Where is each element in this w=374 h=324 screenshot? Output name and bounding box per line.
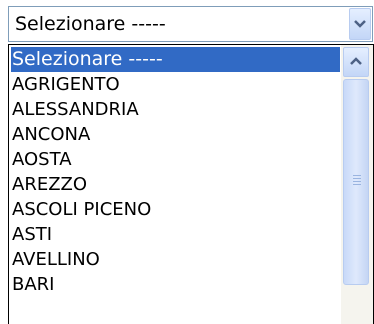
select-value: Selezionare ----- bbox=[15, 13, 166, 35]
option-asti[interactable]: ASTI bbox=[11, 222, 340, 247]
option-avellino[interactable]: AVELLINO bbox=[11, 247, 340, 272]
chevron-up-icon[interactable] bbox=[343, 47, 369, 77]
scrollbar-thumb[interactable] bbox=[343, 79, 369, 285]
option-selezionare[interactable]: Selezionare ----- bbox=[11, 47, 340, 72]
option-alessandria[interactable]: ALESSANDRIA bbox=[11, 97, 340, 122]
chevron-down-icon[interactable] bbox=[349, 8, 371, 40]
option-arezzo[interactable]: AREZZO bbox=[11, 172, 340, 197]
select-dropdown-list[interactable]: Selezionare ----- AGRIGENTO ALESSANDRIA … bbox=[8, 44, 374, 324]
vertical-scrollbar[interactable] bbox=[341, 45, 373, 324]
option-ascoli-piceno[interactable]: ASCOLI PICENO bbox=[11, 197, 340, 222]
option-agrigento[interactable]: AGRIGENTO bbox=[11, 72, 340, 97]
option-aosta[interactable]: AOSTA bbox=[11, 147, 340, 172]
options-list: Selezionare ----- AGRIGENTO ALESSANDRIA … bbox=[11, 47, 340, 297]
option-bari[interactable]: BARI bbox=[11, 272, 340, 297]
option-ancona[interactable]: ANCONA bbox=[11, 122, 340, 147]
province-select[interactable]: Selezionare ----- bbox=[8, 6, 373, 42]
